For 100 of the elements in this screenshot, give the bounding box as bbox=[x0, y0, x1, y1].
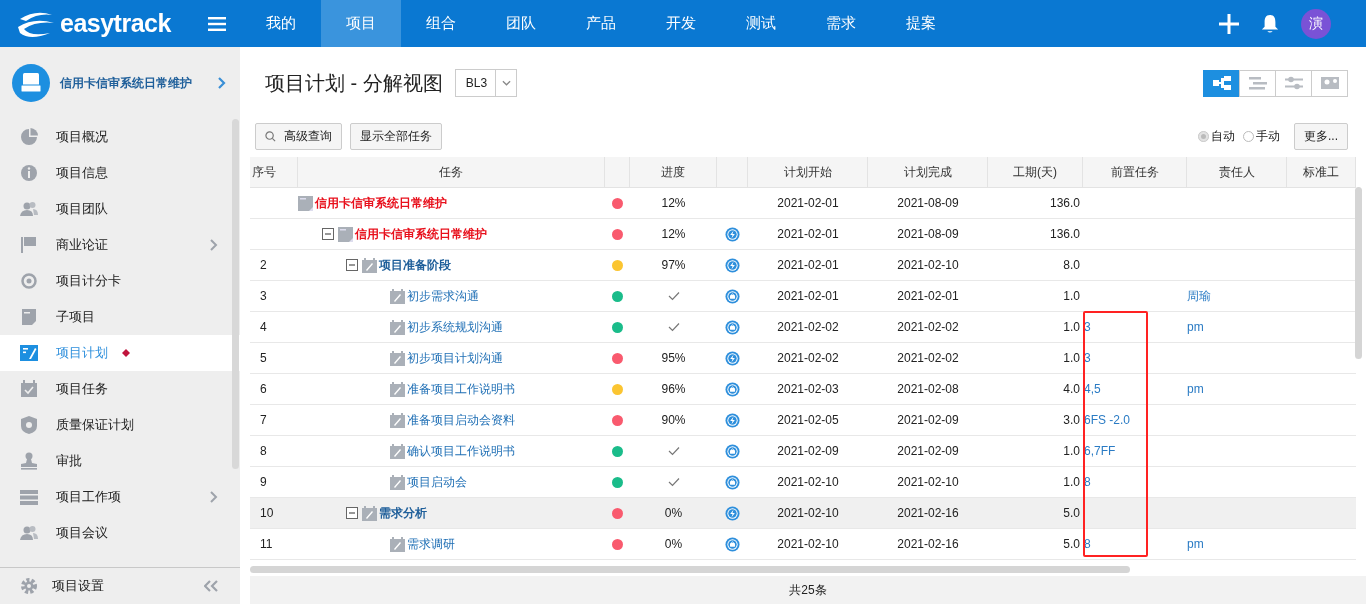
task-name[interactable]: 信用卡信审系统日常维护 bbox=[315, 194, 447, 212]
sidebar-item[interactable]: 项目会议 bbox=[0, 515, 240, 551]
total-count: 共25条 bbox=[789, 581, 827, 599]
more-button[interactable]: 更多... bbox=[1294, 122, 1348, 150]
task-icon bbox=[390, 443, 405, 459]
owner-link[interactable]: pm bbox=[1187, 382, 1204, 396]
collapse-icon[interactable] bbox=[204, 580, 218, 592]
collapse-toggle-icon[interactable] bbox=[322, 228, 334, 240]
task-name[interactable]: 需求调研 bbox=[407, 535, 455, 553]
view-button[interactable] bbox=[1275, 69, 1312, 97]
project-icon bbox=[12, 64, 50, 102]
document-icon bbox=[298, 195, 313, 211]
predecessor-link[interactable]: 8 bbox=[1084, 475, 1091, 489]
nav-tab[interactable]: 需求 bbox=[801, 0, 881, 47]
sidebar-item[interactable]: 项目计分卡 bbox=[0, 263, 240, 299]
predecessor-link[interactable]: 4,5 bbox=[1084, 382, 1101, 396]
task-name[interactable]: 初步需求沟通 bbox=[407, 287, 479, 305]
view-button[interactable] bbox=[1203, 69, 1240, 97]
task-name[interactable]: 需求分析 bbox=[379, 504, 427, 522]
task-name[interactable]: 信用卡信审系统日常维护 bbox=[355, 225, 487, 243]
duration-value: 5.0 bbox=[1063, 537, 1080, 551]
column-header: 计划开始 bbox=[748, 157, 868, 187]
sidebar-item[interactable]: 项目团队 bbox=[0, 191, 240, 227]
view-button[interactable] bbox=[1311, 69, 1348, 97]
pie-icon bbox=[20, 128, 38, 146]
nav-tab[interactable]: 组合 bbox=[401, 0, 481, 47]
task-name[interactable]: 项目启动会 bbox=[407, 473, 467, 491]
predecessor-link[interactable]: 3 bbox=[1084, 320, 1091, 334]
chevron-right-icon[interactable] bbox=[218, 77, 226, 89]
project-name: 信用卡信审系统日常维护 bbox=[60, 74, 193, 92]
sidebar-item[interactable]: 质量保证计划 bbox=[0, 407, 240, 443]
row-number: 3 bbox=[260, 289, 267, 303]
mode-radio[interactable]: 自动 bbox=[1198, 127, 1235, 145]
scrollbar[interactable] bbox=[250, 566, 1130, 573]
sidebar-item[interactable]: 项目概况 bbox=[0, 119, 240, 155]
sidebar-item[interactable]: 审批 bbox=[0, 443, 240, 479]
sidebar-item[interactable]: 项目计划 bbox=[0, 335, 240, 371]
task-name[interactable]: 准备项目启动会资料 bbox=[407, 411, 515, 429]
nav-tab[interactable]: 项目 bbox=[321, 0, 401, 47]
collapse-toggle-icon[interactable] bbox=[346, 259, 358, 271]
tree-icon bbox=[1210, 75, 1233, 91]
card-icon bbox=[1318, 75, 1341, 91]
nav-tab[interactable]: 开发 bbox=[641, 0, 721, 47]
target-icon bbox=[20, 272, 38, 290]
bell-icon[interactable] bbox=[1261, 13, 1279, 34]
document-icon bbox=[338, 226, 353, 242]
user-avatar[interactable]: 演 bbox=[1301, 8, 1331, 39]
nav-tab[interactable]: 测试 bbox=[721, 0, 801, 47]
radio-button[interactable] bbox=[1198, 130, 1209, 142]
scrollbar[interactable] bbox=[1355, 187, 1362, 359]
sidebar-item[interactable]: 子项目 bbox=[0, 299, 240, 335]
end-date: 2021-02-10 bbox=[897, 475, 959, 489]
table-row[interactable]: 10 需求分析 0% 2021-02-10 2021-02-16 5.0 bbox=[250, 498, 1356, 529]
task-icon bbox=[362, 257, 377, 273]
collapse-toggle-icon[interactable] bbox=[346, 507, 358, 519]
progress-value: 0% bbox=[664, 537, 683, 551]
owner-link[interactable]: 周瑜 bbox=[1187, 287, 1211, 305]
start-date: 2021-02-03 bbox=[777, 382, 839, 396]
row-number: 4 bbox=[260, 320, 267, 334]
project-header[interactable]: 信用卡信审系统日常维护 bbox=[0, 47, 240, 119]
sidebar-item[interactable]: 项目信息 bbox=[0, 155, 240, 191]
task-name[interactable]: 项目准备阶段 bbox=[379, 256, 451, 274]
nav-tab[interactable]: 产品 bbox=[561, 0, 641, 47]
info-icon bbox=[20, 164, 38, 182]
radio-button[interactable] bbox=[1243, 130, 1254, 142]
duration-value: 1.0 bbox=[1063, 320, 1080, 334]
scrollbar[interactable] bbox=[232, 119, 239, 469]
nav-tab[interactable]: 提案 bbox=[881, 0, 961, 47]
nav-tab[interactable]: 团队 bbox=[481, 0, 561, 47]
start-date: 2021-02-01 bbox=[777, 258, 839, 272]
baseline-select[interactable]: BL3 bbox=[454, 69, 518, 97]
progress-value: 90% bbox=[661, 413, 686, 427]
add-icon[interactable] bbox=[1219, 13, 1239, 34]
predecessor-link[interactable]: 3 bbox=[1084, 351, 1091, 365]
settings-item[interactable]: 项目设置 bbox=[0, 567, 240, 604]
task-name[interactable]: 初步系统规划沟通 bbox=[407, 318, 503, 336]
sidebar-item[interactable]: 商业论证 bbox=[0, 227, 240, 263]
start-date: 2021-02-09 bbox=[777, 444, 839, 458]
start-date: 2021-02-01 bbox=[777, 227, 839, 241]
predecessor-link[interactable]: 6,7FF bbox=[1084, 444, 1116, 458]
task-name[interactable]: 初步项目计划沟通 bbox=[407, 349, 503, 367]
end-date: 2021-02-09 bbox=[897, 444, 959, 458]
task-name[interactable]: 确认项目工作说明书 bbox=[407, 442, 515, 460]
sidebar-item[interactable]: 项目工作项 bbox=[0, 479, 240, 515]
view-button[interactable] bbox=[1239, 69, 1276, 97]
show-all-button[interactable]: 显示全部任务 bbox=[350, 122, 442, 150]
predecessor-link[interactable]: 6FS -2.0 bbox=[1084, 413, 1131, 427]
nav-tab[interactable]: 我的 bbox=[241, 0, 321, 47]
end-date: 2021-08-09 bbox=[897, 196, 959, 210]
duration-value: 136.0 bbox=[1049, 227, 1080, 241]
mode-radio[interactable]: 手动 bbox=[1243, 127, 1280, 145]
predecessor-link[interactable]: 8 bbox=[1084, 537, 1091, 551]
sidebar-item[interactable]: 项目任务 bbox=[0, 371, 240, 407]
advanced-search-button[interactable]: 高级查询 bbox=[255, 122, 342, 150]
menu-icon[interactable] bbox=[208, 16, 226, 31]
shield-icon bbox=[20, 416, 38, 434]
owner-link[interactable]: pm bbox=[1187, 537, 1204, 551]
task-name[interactable]: 准备项目工作说明书 bbox=[407, 380, 515, 398]
owner-link[interactable]: pm bbox=[1187, 320, 1204, 334]
row-number: 11 bbox=[260, 537, 273, 551]
